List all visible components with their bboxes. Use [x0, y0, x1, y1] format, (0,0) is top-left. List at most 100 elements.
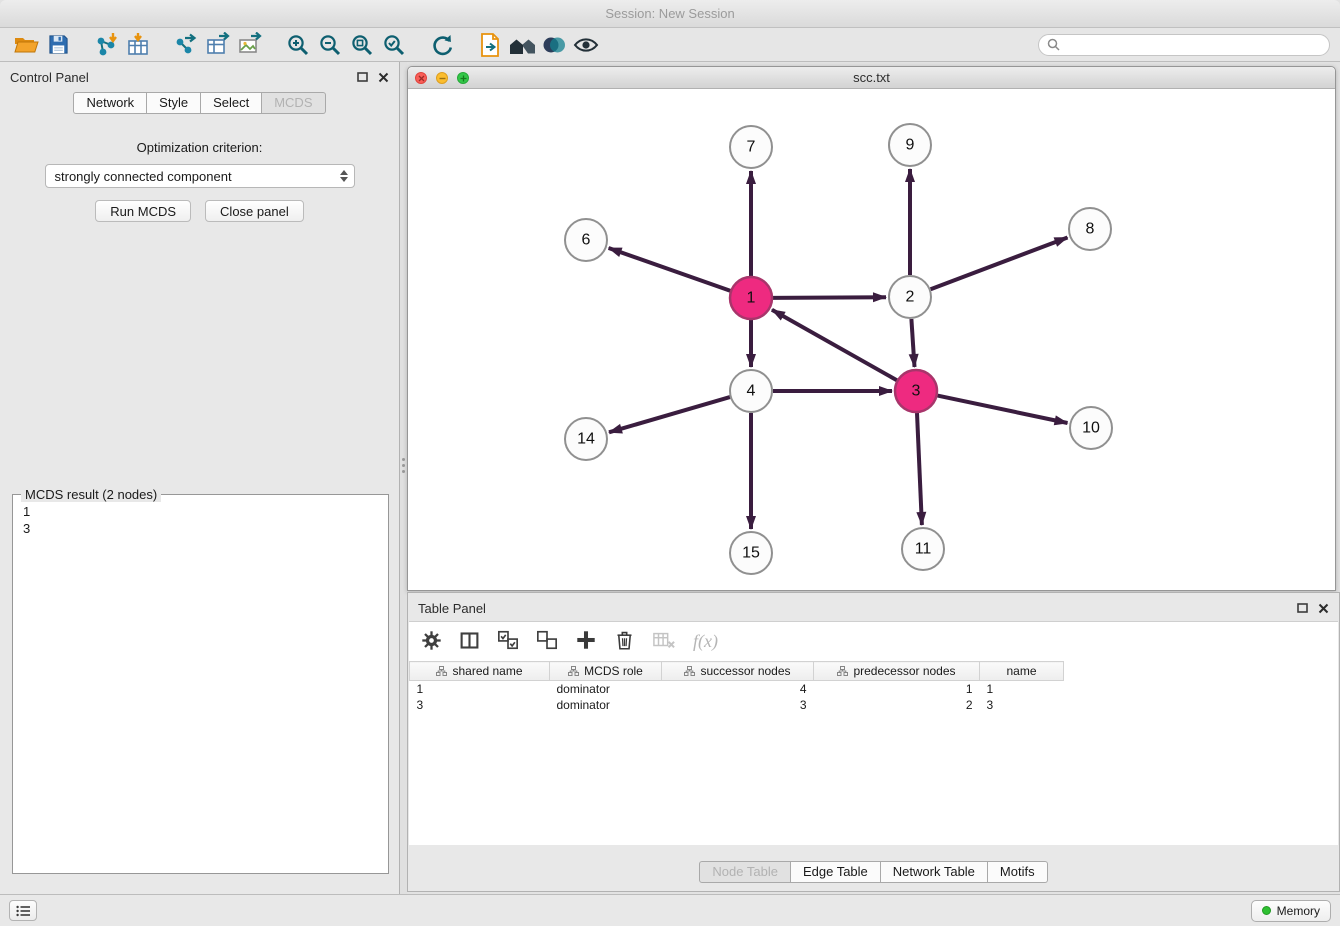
table-cell[interactable]: 1: [814, 681, 980, 697]
graph-node-8[interactable]: 8: [1069, 208, 1111, 250]
show-columns-button[interactable]: [459, 630, 480, 654]
column-header-successor-nodes[interactable]: successor nodes: [662, 662, 814, 681]
search-box[interactable]: [1038, 34, 1330, 56]
delete-columns-button[interactable]: [614, 629, 635, 654]
function-builder-button[interactable]: f(x): [693, 631, 718, 652]
search-input[interactable]: [1065, 38, 1321, 52]
home-icon: [508, 33, 536, 57]
zoom-out-icon: [318, 33, 342, 57]
network-window-titlebar[interactable]: scc.txt: [408, 67, 1335, 89]
column-header-predecessor-nodes[interactable]: predecessor nodes: [814, 662, 980, 681]
optimization-criterion-select[interactable]: strongly connected component: [45, 164, 355, 188]
float-panel-icon[interactable]: [1297, 603, 1308, 613]
float-panel-icon[interactable]: [357, 72, 368, 82]
tab-motifs[interactable]: Motifs: [988, 861, 1048, 883]
table-cell[interactable]: dominator: [550, 697, 662, 713]
delete-table-button[interactable]: [652, 629, 676, 654]
open-file-button[interactable]: [10, 30, 42, 60]
zoom-out-button[interactable]: [314, 30, 346, 60]
graph-node-7[interactable]: 7: [730, 126, 772, 168]
graph-edge-1-6[interactable]: [609, 248, 731, 291]
export-image-icon: [237, 32, 263, 58]
tab-network-table[interactable]: Network Table: [881, 861, 988, 883]
import-network-button[interactable]: [90, 30, 122, 60]
column-header-shared-name[interactable]: shared name: [410, 662, 550, 681]
window-close-button[interactable]: [415, 72, 427, 84]
graph-node-4[interactable]: 4: [730, 370, 772, 412]
close-panel-icon[interactable]: [378, 72, 389, 83]
graph-node-15[interactable]: 15: [730, 532, 772, 574]
export-table-button[interactable]: [202, 30, 234, 60]
graph-node-11[interactable]: 11: [902, 528, 944, 570]
graph-node-6[interactable]: 6: [565, 219, 607, 261]
run-mcds-button[interactable]: Run MCDS: [95, 200, 191, 222]
import-table-button[interactable]: [122, 30, 154, 60]
close-panel-icon[interactable]: [1318, 603, 1329, 614]
zoom-fit-button[interactable]: [346, 30, 378, 60]
tab-node-table[interactable]: Node Table: [699, 861, 791, 883]
venn-diagram-button[interactable]: [538, 30, 570, 60]
mcds-result-list[interactable]: 1 3: [13, 495, 388, 545]
task-history-button[interactable]: [9, 900, 37, 921]
show-graphics-details-button[interactable]: [570, 30, 602, 60]
zoom-in-button[interactable]: [282, 30, 314, 60]
graph-edge-2-8[interactable]: [931, 238, 1068, 290]
session-file-icon: [478, 32, 502, 58]
export-network-button[interactable]: [170, 30, 202, 60]
table-cell[interactable]: 3: [662, 697, 814, 713]
tab-style[interactable]: Style: [147, 92, 201, 114]
control-panel-title: Control Panel: [10, 70, 89, 85]
window-minimize-button[interactable]: [436, 72, 448, 84]
table-cell[interactable]: 3: [410, 697, 550, 713]
refresh-view-button[interactable]: [426, 30, 458, 60]
tab-network[interactable]: Network: [73, 92, 147, 114]
graph-edge-4-14[interactable]: [609, 397, 730, 432]
save-session-button[interactable]: [42, 30, 74, 60]
column-header-mcds-role[interactable]: MCDS role: [550, 662, 662, 681]
zoom-selected-button[interactable]: [378, 30, 410, 60]
table-cell[interactable]: 3: [980, 697, 1064, 713]
open-session-file-button[interactable]: [474, 30, 506, 60]
add-column-button[interactable]: [575, 629, 597, 654]
select-all-button[interactable]: [497, 629, 519, 654]
table-cell[interactable]: 2: [814, 697, 980, 713]
network-graph[interactable]: 7 9 6 8 1 2 4 3 14 10 15 11: [408, 89, 1335, 590]
graph-edge-3-1[interactable]: [772, 310, 897, 380]
graph-node-2[interactable]: 2: [889, 276, 931, 318]
column-header-name[interactable]: name: [980, 662, 1064, 681]
column-tree-icon: [837, 666, 848, 676]
eye-icon: [573, 33, 599, 57]
export-image-button[interactable]: [234, 30, 266, 60]
window-zoom-button[interactable]: [457, 72, 469, 84]
graph-node-9[interactable]: 9: [889, 124, 931, 166]
table-row[interactable]: 1dominator411: [410, 681, 1064, 697]
graph-edge-1-2[interactable]: [773, 297, 886, 298]
tab-edge-table[interactable]: Edge Table: [791, 861, 881, 883]
graph-edge-3-11[interactable]: [917, 413, 922, 525]
main-toolbar: [0, 28, 1340, 62]
close-panel-button[interactable]: Close panel: [205, 200, 304, 222]
graph-node-14[interactable]: 14: [565, 418, 607, 460]
tab-mcds[interactable]: MCDS: [262, 92, 325, 114]
table-cell[interactable]: 1: [980, 681, 1064, 697]
window-titlebar[interactable]: Session: New Session: [0, 0, 1340, 28]
control-panel-header: Control Panel: [0, 62, 399, 92]
tab-select[interactable]: Select: [201, 92, 262, 114]
refresh-icon: [430, 33, 454, 57]
graph-node-10[interactable]: 10: [1070, 407, 1112, 449]
criterion-selected-value: strongly connected component: [55, 169, 232, 184]
home-button[interactable]: [506, 30, 538, 60]
table-cell[interactable]: 1: [410, 681, 550, 697]
graph-node-1[interactable]: 1: [730, 277, 772, 319]
graph-edge-2-3[interactable]: [911, 319, 914, 367]
table-cell[interactable]: 4: [662, 681, 814, 697]
table-settings-button[interactable]: [421, 630, 442, 654]
graph-edge-3-10[interactable]: [938, 396, 1068, 423]
result-line: 3: [23, 520, 378, 537]
table-cell[interactable]: dominator: [550, 681, 662, 697]
table-row[interactable]: 3dominator323: [410, 697, 1064, 713]
memory-button[interactable]: Memory: [1251, 900, 1331, 922]
deselect-all-button[interactable]: [536, 629, 558, 654]
panel-splitter[interactable]: [400, 62, 407, 894]
graph-node-3[interactable]: 3: [895, 370, 937, 412]
